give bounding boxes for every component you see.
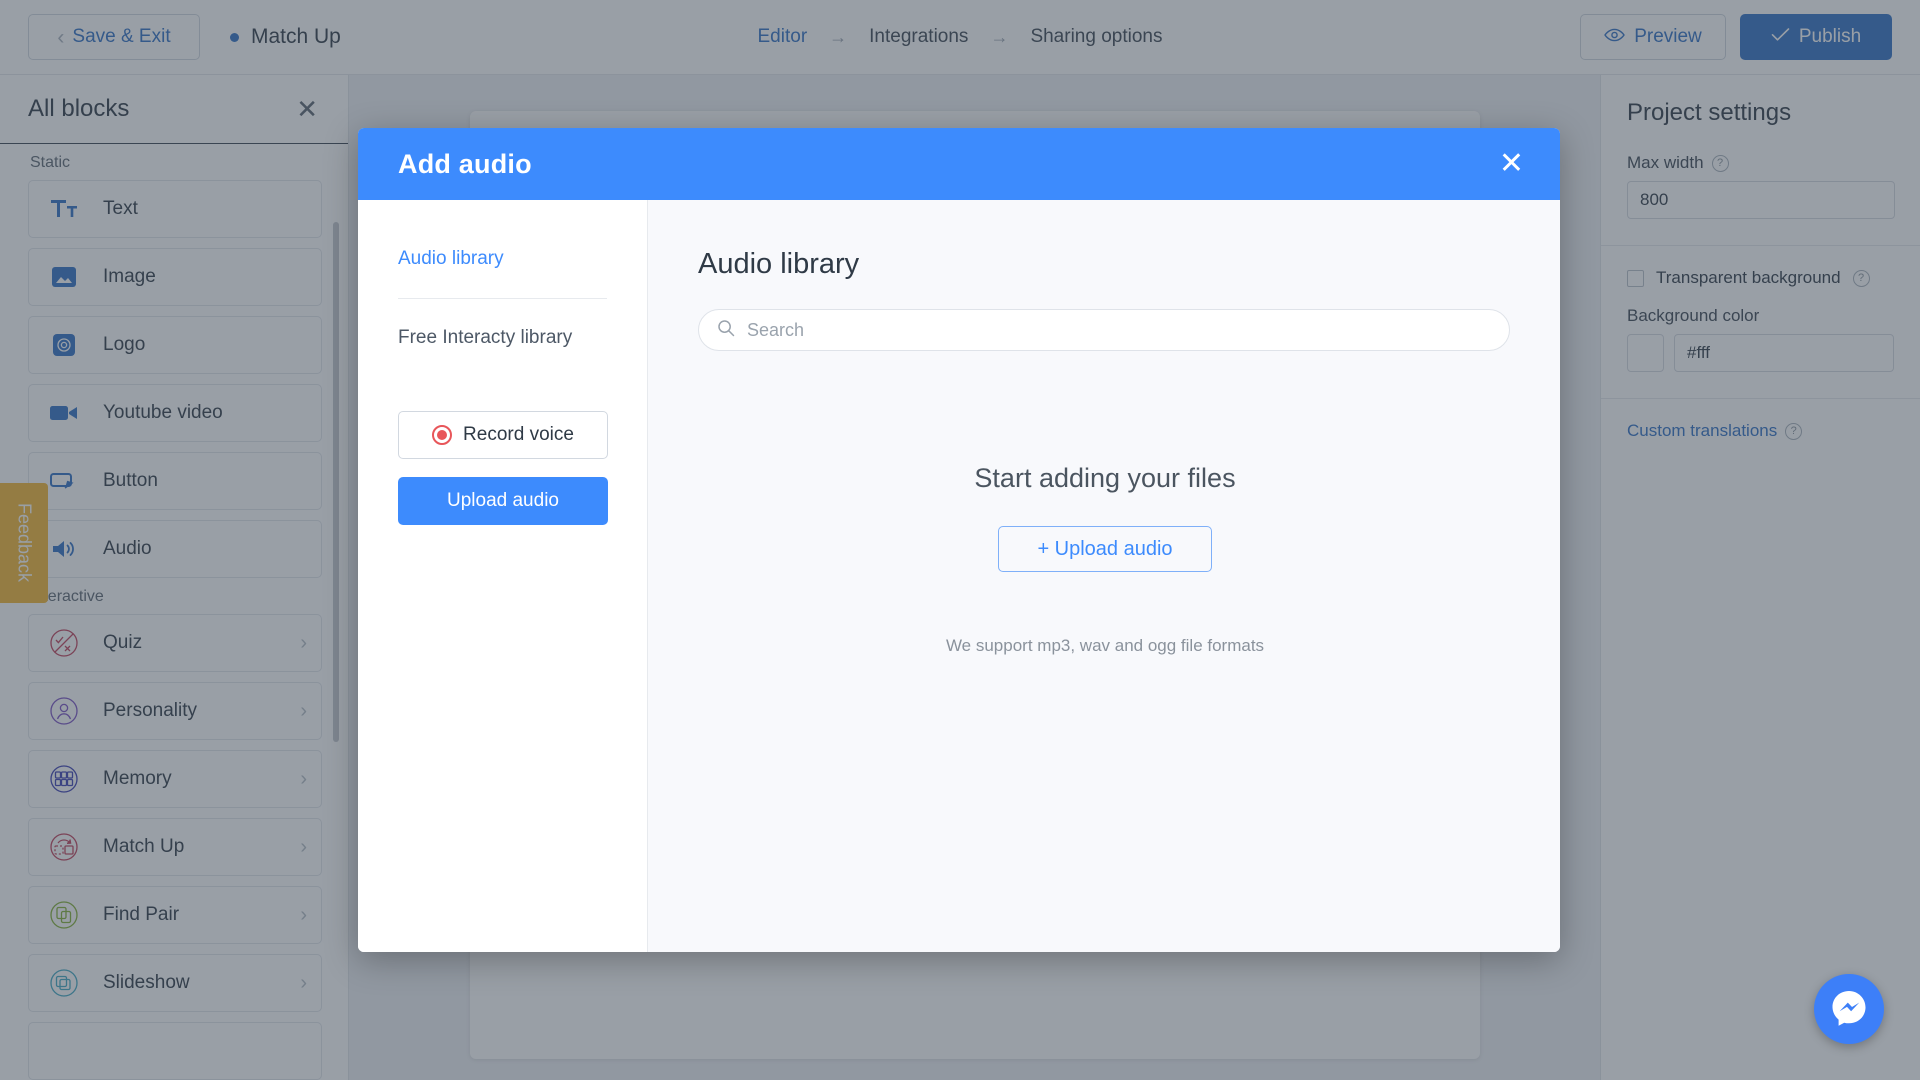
upload-audio-cta-button[interactable]: + Upload audio <box>998 526 1212 572</box>
messenger-icon <box>1829 987 1869 1032</box>
search-icon <box>717 319 735 342</box>
empty-state-title: Start adding your files <box>974 463 1236 493</box>
tab-free-interacty-library[interactable]: Free Interacty library <box>398 327 607 349</box>
upload-audio-button[interactable]: Upload audio <box>398 477 608 525</box>
audio-library-content: Audio library Start adding your files + … <box>648 200 1560 952</box>
add-audio-modal-header: Add audio ✕ <box>358 128 1560 200</box>
search-bar[interactable] <box>698 309 1510 351</box>
add-audio-modal: Add audio ✕ Audio library Free Interacty… <box>358 128 1560 952</box>
record-dot-icon <box>432 425 453 445</box>
audio-library-heading: Audio library <box>698 248 860 280</box>
supported-formats-note: We support mp3, wav and ogg file formats <box>945 636 1265 655</box>
search-input[interactable] <box>747 319 1491 341</box>
add-audio-modal-title: Add audio <box>398 148 532 179</box>
record-voice-label: Record voice <box>463 424 574 445</box>
add-audio-modal-body: Audio library Free Interacty library Rec… <box>358 200 1560 952</box>
add-audio-modal-sidebar: Audio library Free Interacty library Rec… <box>358 200 648 952</box>
sidebar-divider <box>398 298 607 299</box>
record-voice-button[interactable]: Record voice <box>398 411 608 459</box>
empty-state: Start adding your files + Upload audio W… <box>698 463 1512 656</box>
messenger-chat-button[interactable] <box>1814 974 1884 1044</box>
close-icon[interactable]: ✕ <box>1499 149 1524 179</box>
tab-audio-library[interactable]: Audio library <box>398 248 607 270</box>
